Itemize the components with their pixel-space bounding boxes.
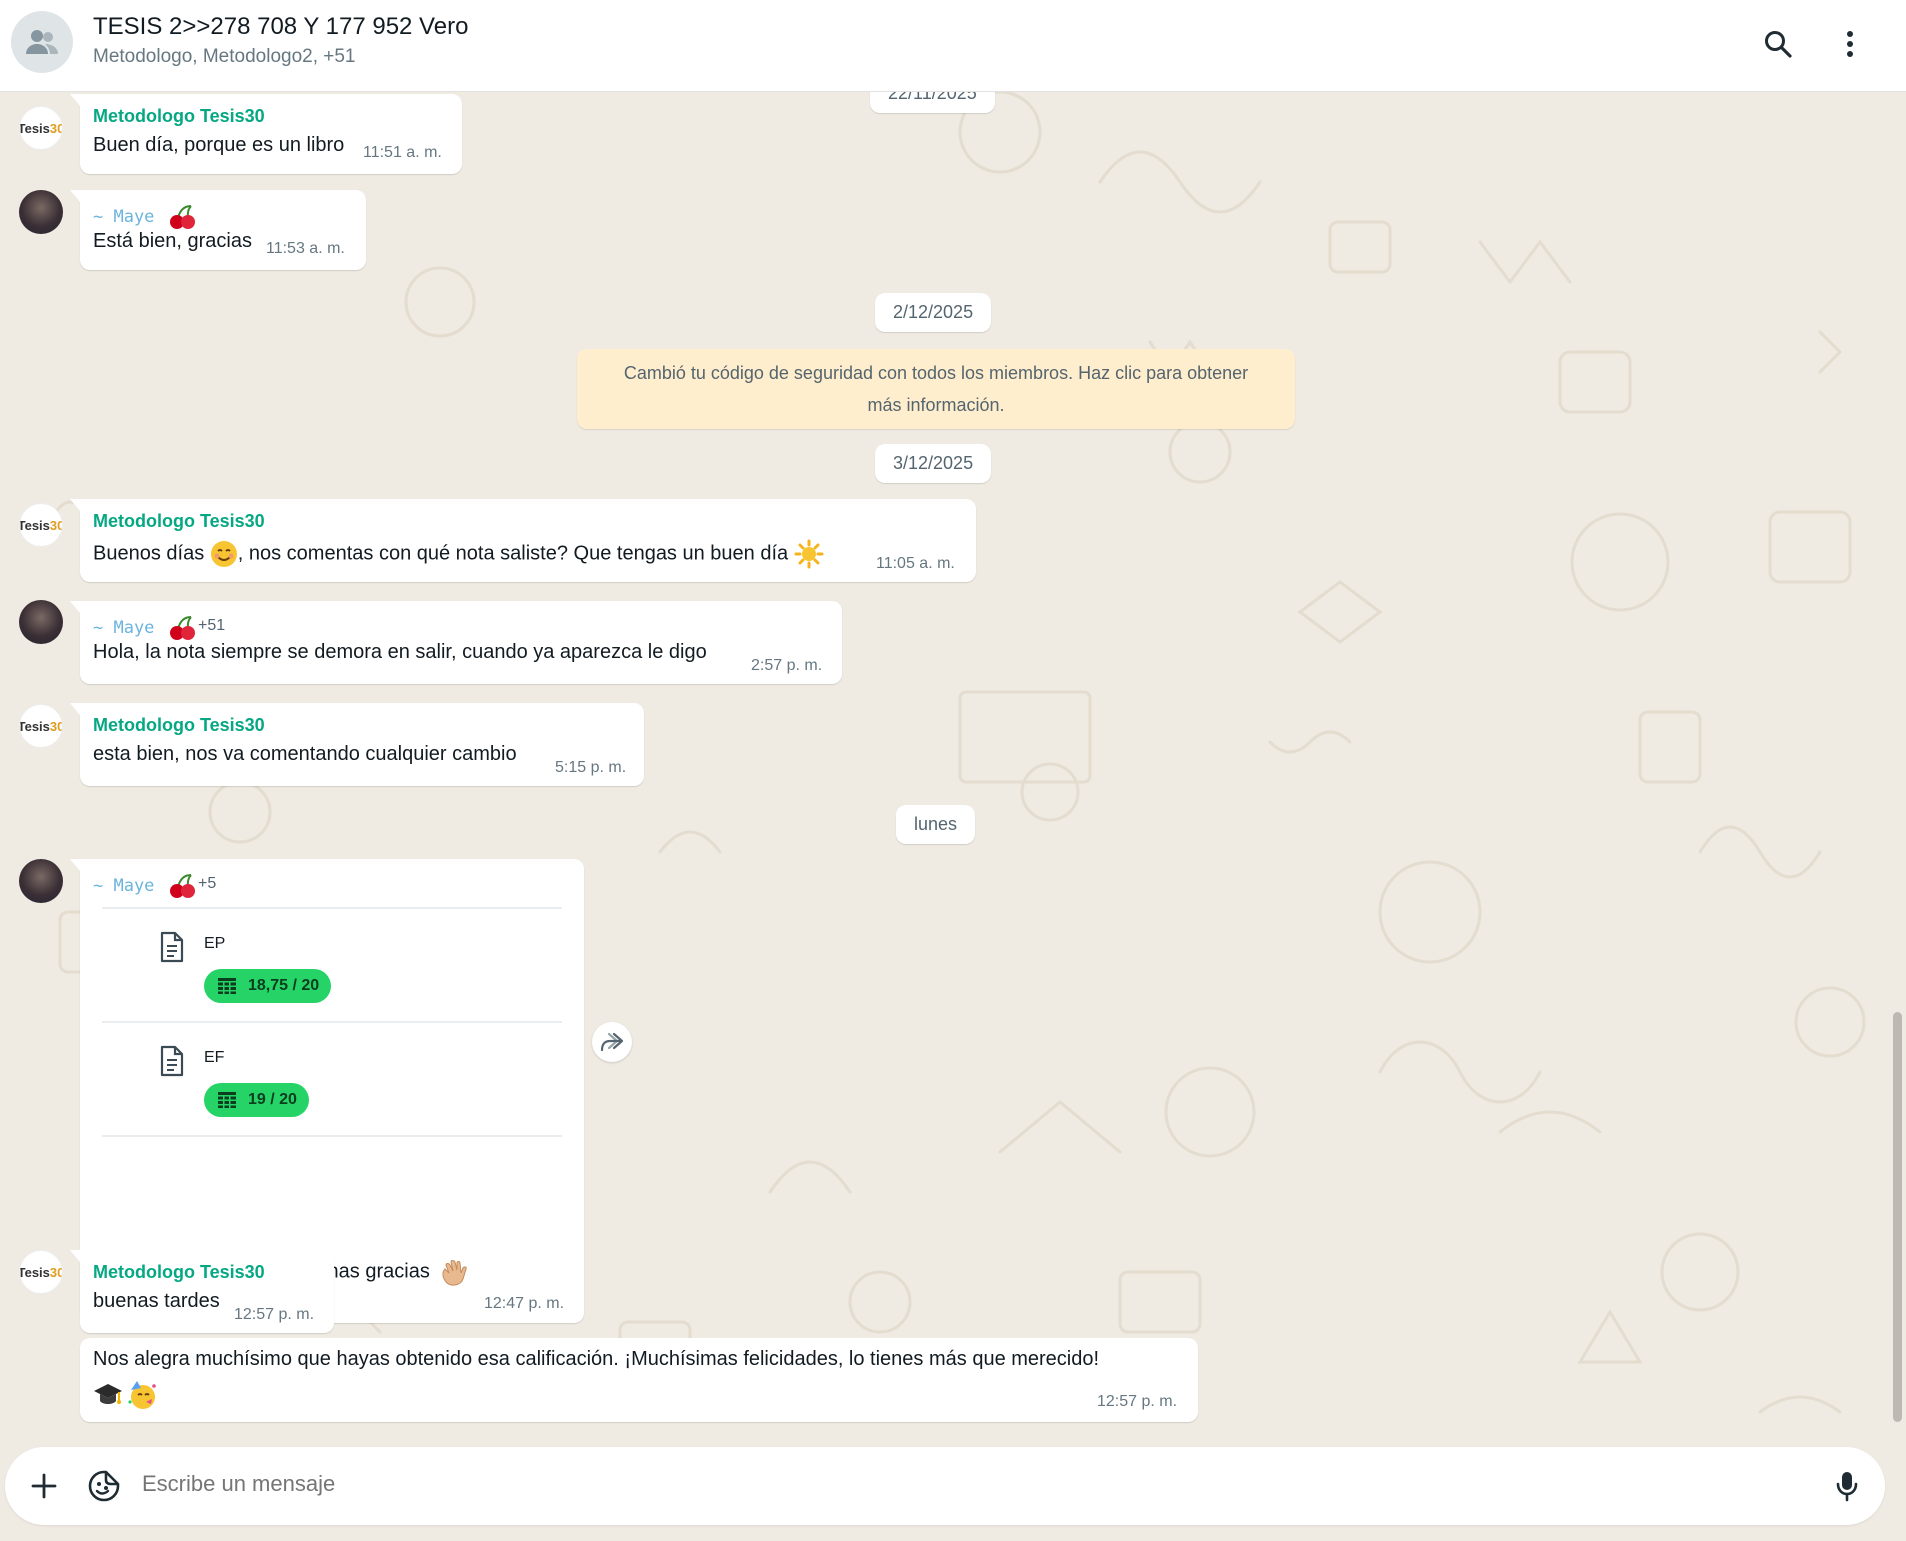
avatar[interactable]: Tesis30 <box>19 704 63 748</box>
avatar[interactable] <box>19 859 63 903</box>
sender-name[interactable]: ~ Maye <box>93 204 197 230</box>
mic-icon <box>1836 1472 1858 1502</box>
avatar[interactable]: Tesis30 <box>19 106 63 150</box>
voice-message-button[interactable] <box>1827 1466 1867 1506</box>
grade-label: EP <box>204 935 226 952</box>
message-text: Hola, la nota siempre se demora en salir… <box>93 641 707 663</box>
cherry-emoji-icon <box>169 874 195 898</box>
message-text: buenas tardes <box>93 1290 220 1312</box>
sender-phone: +5 <box>198 875 217 892</box>
grade-value: 19 / 20 <box>248 1091 297 1108</box>
party-face-emoji-icon <box>128 1381 157 1409</box>
message-time: 5:15 p. m. <box>555 759 627 776</box>
grade-badge[interactable]: 18,75 / 20 <box>204 969 332 1003</box>
date-separator: 2/12/2025 <box>875 293 992 332</box>
message-composer[interactable] <box>5 1447 1885 1525</box>
message-bubble[interactable]: Metodologo Tesis30 buenas tardes 12:57 p… <box>70 1250 334 1333</box>
tesis30-logo: Tesis30 <box>19 718 63 734</box>
tesis30-logo: Tesis30 <box>19 1264 63 1280</box>
date-separator: 3/12/2025 <box>875 444 992 483</box>
message-time: 12:57 p. m. <box>1097 1393 1178 1410</box>
document-icon <box>160 931 184 963</box>
grade-label: EF <box>204 1049 225 1066</box>
message-bubble[interactable]: Metodologo Tesis30 Buen día, porque es u… <box>70 94 462 174</box>
message-text: Nos alegra muchísimo que hayas obtenido … <box>93 1348 1100 1370</box>
cherry-emoji-icon <box>169 205 195 229</box>
group-icon <box>26 30 58 54</box>
message-list[interactable]: 22/11/2025 Tesis30 Metodologo Tesis30 Bu… <box>0 92 1906 1441</box>
message-input[interactable] <box>142 1471 1742 1497</box>
sticker-button[interactable] <box>84 1466 124 1506</box>
sticker-icon <box>88 1470 120 1502</box>
message-bubble[interactable]: Metodologo Tesis30 esta bien, nos va com… <box>70 703 644 786</box>
waving-hand-emoji-icon <box>442 1260 468 1286</box>
message-time: 12:57 p. m. <box>234 1306 315 1323</box>
grade-card-ef[interactable]: EF 19 / 20 <box>102 1021 562 1135</box>
tesis30-logo: Tesis30 <box>19 120 63 136</box>
sender-name[interactable]: Metodologo Tesis30 <box>93 106 265 127</box>
sender-name[interactable]: ~ Maye <box>93 615 197 641</box>
plus-icon <box>31 1473 57 1499</box>
chat-header[interactable]: TESIS 2>>278 708 Y 177 952 Vero Metodolo… <box>0 0 1906 92</box>
message-time: 12:47 p. m. <box>484 1295 565 1312</box>
sender-phone: +51 <box>198 617 226 634</box>
scrollbar-thumb[interactable] <box>1893 1012 1902 1422</box>
grade-value: 18,75 / 20 <box>248 977 320 994</box>
message-bubble[interactable]: Metodologo Tesis30 Buenos días , nos com… <box>70 499 976 582</box>
divider <box>102 1135 562 1137</box>
date-separator: lunes <box>896 805 976 844</box>
date-separator: 22/11/2025 <box>870 92 995 113</box>
avatar[interactable]: Tesis30 <box>19 1250 63 1294</box>
message-text: Buenos días , nos comentas con qué nota … <box>93 539 824 569</box>
chat-participants[interactable]: Metodologo, Metodologo2, +51 <box>93 46 356 68</box>
document-icon <box>160 1045 184 1077</box>
message-text: esta bien, nos va comentando cualquier c… <box>93 743 517 765</box>
sun-emoji-icon <box>794 539 824 569</box>
message-bubble[interactable]: ~ Maye +51 Hola, la nota siempre se demo… <box>70 601 842 684</box>
message-time: 11:53 a. m. <box>266 240 345 257</box>
message-text: Está bien, gracias <box>93 230 252 252</box>
message-time: 11:05 a. m. <box>876 555 955 572</box>
message-time: 2:57 p. m. <box>751 657 823 674</box>
forward-button[interactable] <box>592 1022 632 1062</box>
search-button[interactable] <box>1758 24 1798 64</box>
spreadsheet-icon <box>218 1092 236 1108</box>
message-bubble[interactable]: ~ Maye Está bien, gracias 11:53 a. m. <box>70 190 366 270</box>
attach-button[interactable] <box>24 1466 64 1506</box>
spreadsheet-icon <box>218 978 236 994</box>
search-icon <box>1765 31 1792 58</box>
sender-name[interactable]: Metodologo Tesis30 <box>93 511 265 532</box>
message-emojis <box>93 1380 159 1410</box>
sender-name[interactable]: ~ Maye <box>93 873 197 899</box>
scrollbar[interactable] <box>1890 92 1906 1441</box>
group-avatar[interactable] <box>11 11 73 73</box>
menu-button[interactable] <box>1830 24 1870 64</box>
menu-icon <box>1847 31 1853 57</box>
avatar[interactable]: Tesis30 <box>19 503 63 547</box>
tesis30-logo: Tesis30 <box>19 517 63 533</box>
sender-name[interactable]: Metodologo Tesis30 <box>93 715 265 736</box>
grade-card-ep[interactable]: EP 18,75 / 20 <box>102 907 562 1021</box>
forward-icon <box>600 1032 624 1052</box>
message-time: 11:51 a. m. <box>363 144 442 161</box>
avatar[interactable] <box>19 190 63 234</box>
message-text: Buen día, porque es un libro <box>93 134 345 156</box>
graduation-cap-emoji-icon <box>94 1384 122 1404</box>
chat-title[interactable]: TESIS 2>>278 708 Y 177 952 Vero <box>93 13 468 41</box>
grade-badge[interactable]: 19 / 20 <box>204 1083 309 1117</box>
sender-name[interactable]: Metodologo Tesis30 <box>93 1262 265 1283</box>
smiling-face-emoji-icon <box>210 541 237 567</box>
avatar[interactable] <box>19 600 63 644</box>
message-bubble[interactable]: Nos alegra muchísimo que hayas obtenido … <box>80 1338 1198 1422</box>
security-code-notice[interactable]: Cambió tu código de seguridad con todos … <box>577 349 1295 429</box>
cherry-emoji-icon <box>169 616 195 640</box>
